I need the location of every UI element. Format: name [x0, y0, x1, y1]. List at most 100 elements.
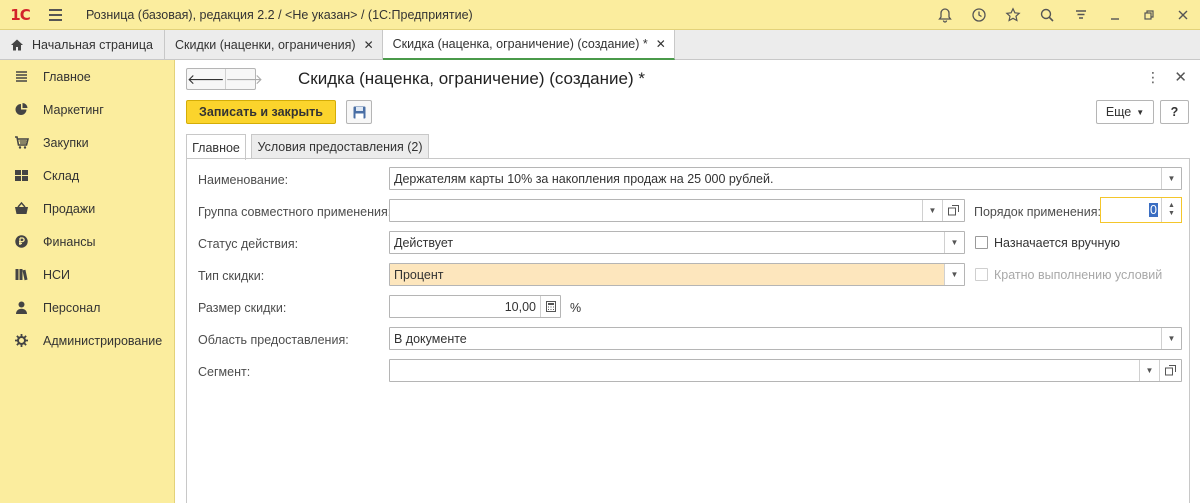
open-icon[interactable]	[1159, 360, 1181, 381]
type-label: Тип скидки:	[198, 269, 265, 283]
sidebar-item-personnel[interactable]: Персонал	[0, 291, 174, 324]
manual-checkbox-label: Назначается вручную	[994, 236, 1120, 250]
panel-border-right	[1189, 158, 1190, 503]
name-field[interactable]: Держателям карты 10% за накопления прода…	[389, 167, 1182, 190]
sidebar-item-label: Продажи	[43, 201, 96, 216]
sidebar-item-label: Персонал	[43, 300, 101, 315]
close-window-icon[interactable]	[1166, 0, 1200, 30]
tab-conditions[interactable]: Условия предоставления (2)	[251, 134, 429, 159]
spinner-icon[interactable]: ▲ ▼	[1161, 198, 1181, 222]
area-field[interactable]: В документе ▼	[389, 327, 1182, 350]
restore-icon[interactable]	[1132, 0, 1166, 30]
manual-checkbox[interactable]	[975, 236, 988, 249]
area-label: Область предоставления:	[198, 333, 349, 347]
order-value: 0	[1149, 203, 1158, 217]
name-label: Наименование:	[198, 173, 289, 187]
sidebar-item-main[interactable]: Главное	[0, 60, 174, 93]
1c-logo: 1С	[10, 5, 30, 24]
calculator-icon[interactable]	[540, 296, 560, 317]
pie-chart-icon	[15, 103, 28, 115]
sidebar-item-sales[interactable]: Продажи	[0, 192, 174, 225]
sidebar-item-marketing[interactable]: Маркетинг	[0, 93, 174, 126]
title-bar: 1С Розница (базовая), редакция 2.2 / <Не…	[0, 0, 1200, 30]
group-label: Группа совместного применения:	[198, 205, 392, 219]
close-tab-icon[interactable]: ✕	[656, 37, 666, 51]
dropdown-arrow-icon[interactable]: ▼	[1161, 328, 1181, 349]
sidebar-item-warehouse[interactable]: Склад	[0, 159, 174, 192]
segment-field[interactable]: ▼	[389, 359, 1182, 382]
tab-divider	[186, 158, 1189, 159]
sidebar-item-label: Склад	[43, 168, 80, 183]
size-unit: %	[570, 301, 582, 315]
area-value: В документе	[394, 331, 467, 346]
save-button[interactable]	[346, 100, 372, 124]
segment-label: Сегмент:	[198, 365, 251, 379]
more-button[interactable]: Еще ▼	[1096, 100, 1154, 124]
sidebar-item-label: Финансы	[43, 234, 96, 249]
sidebar-item-label: Закупки	[43, 135, 89, 150]
multiple-checkbox-label: Кратно выполнению условий	[994, 268, 1163, 282]
close-tab-icon[interactable]: ✕	[364, 38, 374, 52]
form-title: Скидка (наценка, ограничение) (создание)…	[298, 69, 645, 88]
home-icon	[11, 39, 23, 50]
sidebar-item-purchases[interactable]: Закупки	[0, 126, 174, 159]
grid-icon	[15, 170, 28, 181]
main-menu-icon[interactable]	[40, 0, 70, 30]
dropdown-arrow-icon[interactable]: ▼	[944, 264, 964, 285]
tab-discounts-list[interactable]: Скидки (наценки, ограничения) ✕	[165, 30, 383, 59]
navigation-buttons: 🡐 🡒	[186, 68, 263, 90]
status-field[interactable]: Действует ▼	[389, 231, 965, 254]
size-label: Размер скидки:	[198, 301, 287, 315]
back-arrow-icon[interactable]: 🡐	[187, 69, 226, 89]
gear-icon	[15, 334, 28, 347]
sidebar-item-administration[interactable]: Администрирование	[0, 324, 174, 357]
tab-label: Скидка (наценка, ограничение) (создание)…	[392, 37, 648, 51]
type-field[interactable]: Процент ▼	[389, 263, 965, 286]
dropdown-arrow-icon[interactable]: ▼	[1139, 360, 1159, 381]
cart-icon	[15, 136, 29, 149]
sidebar-item-finance[interactable]: Финансы	[0, 225, 174, 258]
sections-sidebar: Главное Маркетинг Закупки Склад Продажи …	[0, 60, 175, 503]
order-label: Порядок применения:	[974, 205, 1101, 219]
form-menu-icon[interactable]: ⋮	[1146, 69, 1160, 86]
name-value: Держателям карты 10% за накопления прода…	[394, 171, 774, 186]
person-icon	[16, 301, 27, 314]
save-and-close-button[interactable]: Записать и закрыть	[186, 100, 336, 124]
chevron-down-icon: ▼	[1136, 107, 1145, 117]
close-form-icon[interactable]: ✕	[1174, 68, 1187, 86]
sidebar-item-label: НСИ	[43, 267, 71, 282]
discount-form: 🡐 🡒 Скидка (наценка, ограничение) (созда…	[175, 60, 1200, 503]
tab-main[interactable]: Главное	[186, 134, 246, 160]
sidebar-item-label: Главное	[43, 69, 91, 84]
open-icon[interactable]	[942, 200, 964, 221]
tab-discount-create[interactable]: Скидка (наценка, ограничение) (создание)…	[382, 30, 675, 60]
history-icon[interactable]	[962, 0, 996, 30]
dropdown-arrow-icon[interactable]: ▼	[1161, 168, 1181, 189]
menu-lines-icon	[16, 71, 27, 82]
status-value: Действует	[394, 235, 454, 250]
panel-border-left	[186, 158, 187, 503]
books-icon	[15, 269, 28, 281]
more-label: Еще	[1105, 105, 1132, 119]
coin-icon	[15, 235, 28, 248]
window-title: Розница (базовая), редакция 2.2 / <Не ук…	[86, 7, 473, 22]
group-field[interactable]: ▼	[389, 199, 965, 222]
minimize-icon[interactable]	[1098, 0, 1132, 30]
order-field[interactable]: 0 ▲ ▼	[1100, 197, 1182, 223]
multiple-checkbox[interactable]	[975, 268, 988, 281]
status-label: Статус действия:	[198, 237, 299, 251]
search-icon[interactable]	[1030, 0, 1064, 30]
type-value: Процент	[394, 267, 444, 282]
tab-bar: Начальная страница Скидки (наценки, огра…	[0, 30, 1200, 60]
size-field[interactable]: 10,00	[389, 295, 561, 318]
help-button[interactable]: ?	[1160, 100, 1189, 124]
funnel-menu-icon[interactable]	[1064, 0, 1098, 30]
sidebar-item-nsi[interactable]: НСИ	[0, 258, 174, 291]
forward-arrow-icon[interactable]: 🡒	[226, 69, 264, 89]
star-icon[interactable]	[996, 0, 1030, 30]
bell-icon[interactable]	[928, 0, 962, 30]
tab-home[interactable]: Начальная страница	[0, 30, 165, 59]
dropdown-arrow-icon[interactable]: ▼	[922, 200, 942, 221]
dropdown-arrow-icon[interactable]: ▼	[944, 232, 964, 253]
basket-icon	[15, 201, 28, 214]
